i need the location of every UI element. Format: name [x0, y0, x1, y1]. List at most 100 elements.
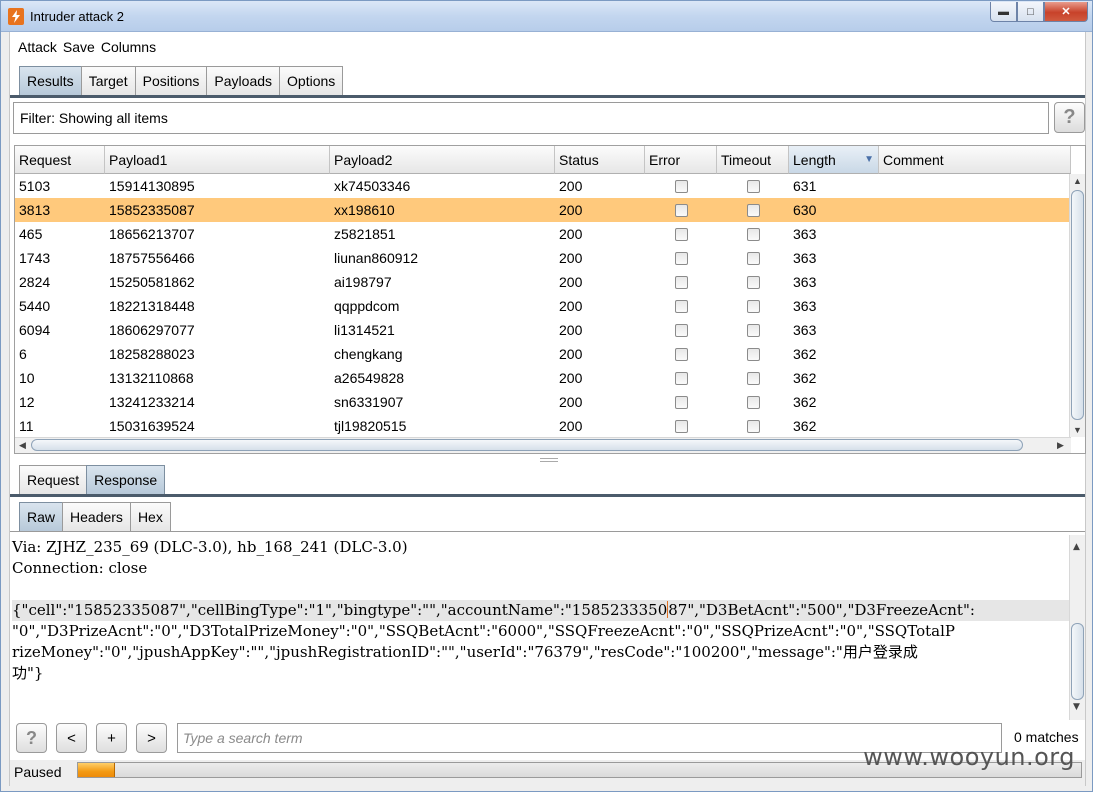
- maximize-button[interactable]: □: [1017, 2, 1044, 22]
- tab-headers[interactable]: Headers: [62, 502, 131, 531]
- scroll-left-icon[interactable]: ◀: [19, 440, 26, 451]
- table-row[interactable]: 6094 18606297077 li1314521 200 363: [15, 318, 1071, 342]
- col-comment[interactable]: Comment: [879, 146, 1071, 174]
- tab-payloads[interactable]: Payloads: [206, 66, 281, 95]
- search-previous-button[interactable]: <: [56, 723, 87, 753]
- cell-payload1: 13241233214: [109, 394, 195, 410]
- table-row[interactable]: 5103 15914130895 xk74503346 200 631: [15, 174, 1071, 198]
- col-request[interactable]: Request: [15, 146, 105, 174]
- table-row[interactable]: 5440 18221318448 qqppdcom 200 363: [15, 294, 1071, 318]
- cell-length: 362: [793, 394, 817, 410]
- filter-bar[interactable]: Filter: Showing all items: [13, 102, 1049, 134]
- error-checkbox[interactable]: [674, 323, 688, 337]
- timeout-checkbox[interactable]: [746, 227, 760, 241]
- menu-columns[interactable]: Columns: [101, 39, 156, 55]
- error-checkbox[interactable]: [674, 251, 688, 265]
- cell-error: [645, 347, 717, 361]
- tab-positions[interactable]: Positions: [134, 66, 208, 95]
- cell-status: 200: [559, 394, 583, 410]
- table-horizontal-scroll-thumb[interactable]: [31, 439, 1023, 451]
- table-row[interactable]: 6 18258288023 chengkang 200 362: [15, 342, 1071, 366]
- cell-payload1: 18221318448: [109, 298, 195, 314]
- tab-results[interactable]: Results: [19, 66, 82, 95]
- cell-status: 200: [559, 274, 583, 290]
- table-row[interactable]: 465 18656213707 z5821851 200 363: [15, 222, 1071, 246]
- menu-attack[interactable]: Attack: [18, 39, 57, 55]
- table-horizontal-scrollbar[interactable]: ◀ ▶: [15, 437, 1071, 453]
- error-checkbox[interactable]: [674, 275, 688, 289]
- raw-line: rizeMoney":"0","jpushAppKey":"","jpushRe…: [12, 643, 918, 661]
- cell-timeout: [717, 251, 789, 265]
- pane-splitter-handle[interactable]: [540, 458, 558, 462]
- table-vertical-scroll-thumb[interactable]: [1071, 190, 1084, 420]
- close-button[interactable]: ✕: [1044, 2, 1088, 22]
- table-vertical-scrollbar[interactable]: ▲ ▼: [1069, 174, 1085, 437]
- scroll-up-icon[interactable]: ▲: [1073, 537, 1080, 558]
- timeout-checkbox[interactable]: [746, 395, 760, 409]
- tab-options[interactable]: Options: [279, 66, 344, 95]
- col-timeout[interactable]: Timeout: [717, 146, 789, 174]
- tab-request[interactable]: Request: [19, 465, 88, 494]
- timeout-checkbox[interactable]: [746, 347, 760, 361]
- table-row[interactable]: 2824 15250581862 ai198797 200 363: [15, 270, 1071, 294]
- search-next-button[interactable]: >: [136, 723, 167, 753]
- error-checkbox[interactable]: [674, 419, 688, 433]
- timeout-checkbox[interactable]: [746, 323, 760, 337]
- tab-hex[interactable]: Hex: [129, 502, 171, 531]
- scroll-down-icon[interactable]: ▼: [1073, 425, 1082, 435]
- error-checkbox[interactable]: [674, 395, 688, 409]
- title-bar[interactable]: Intruder attack 2 ▬ □ ✕: [1, 1, 1092, 32]
- cell-length: 363: [793, 322, 817, 338]
- search-add-button[interactable]: +: [96, 723, 127, 753]
- raw-response-text[interactable]: Via: ZJHZ_235_69 (DLC-3.0), hb_168_241 (…: [10, 535, 1085, 720]
- main-tabs: Results Target Positions Payloads Option…: [19, 66, 344, 95]
- col-payload2[interactable]: Payload2: [330, 146, 555, 174]
- sort-descending-icon: ▼: [864, 154, 874, 165]
- col-status[interactable]: Status: [555, 146, 645, 174]
- timeout-checkbox[interactable]: [746, 251, 760, 265]
- raw-line: "0","D3PrizeAcnt":"0","D3TotalPrizeMoney…: [12, 622, 955, 640]
- timeout-checkbox[interactable]: [746, 299, 760, 313]
- cell-request: 465: [19, 226, 43, 242]
- cell-payload2: xk74503346: [334, 178, 411, 194]
- table-row-selected[interactable]: 3813 15852335087 xx198610 200 630: [15, 198, 1071, 222]
- intruder-window: Intruder attack 2 ▬ □ ✕ Attack Save Colu…: [0, 0, 1093, 792]
- table-row[interactable]: 11 15031639524 tjl19820515 200 362: [15, 414, 1071, 438]
- error-checkbox[interactable]: [674, 371, 688, 385]
- col-payload1[interactable]: Payload1: [105, 146, 330, 174]
- cell-payload1: 15031639524: [109, 418, 195, 434]
- timeout-checkbox[interactable]: [746, 419, 760, 433]
- error-checkbox[interactable]: [674, 179, 688, 193]
- timeout-checkbox[interactable]: [746, 179, 760, 193]
- filter-help-button[interactable]: ?: [1054, 102, 1085, 133]
- error-checkbox[interactable]: [674, 227, 688, 241]
- cell-payload1: 13132110868: [109, 370, 194, 386]
- scroll-up-icon[interactable]: ▲: [1073, 176, 1082, 186]
- scroll-down-icon[interactable]: ▼: [1073, 697, 1080, 718]
- timeout-checkbox[interactable]: [746, 371, 760, 385]
- table-row[interactable]: 12 13241233214 sn6331907 200 362: [15, 390, 1071, 414]
- cell-length: 362: [793, 418, 817, 434]
- table-row[interactable]: 1743 18757556466 liunan860912 200 363: [15, 246, 1071, 270]
- error-checkbox[interactable]: [674, 347, 688, 361]
- error-checkbox[interactable]: [674, 299, 688, 313]
- tab-target[interactable]: Target: [80, 66, 136, 95]
- error-checkbox[interactable]: [674, 203, 688, 217]
- burp-lightning-icon: [8, 8, 24, 25]
- scroll-right-icon[interactable]: ▶: [1057, 440, 1064, 451]
- cell-status: 200: [559, 298, 583, 314]
- tab-raw[interactable]: Raw: [19, 502, 64, 531]
- cell-status: 200: [559, 178, 583, 194]
- timeout-checkbox[interactable]: [746, 203, 760, 217]
- raw-vertical-scrollbar[interactable]: ▲ ▼: [1069, 535, 1085, 720]
- timeout-checkbox[interactable]: [746, 275, 760, 289]
- table-row[interactable]: 10 13132110868 a26549828 200 362: [15, 366, 1071, 390]
- raw-vertical-scroll-thumb[interactable]: [1071, 623, 1084, 700]
- tab-response[interactable]: Response: [86, 465, 166, 494]
- col-error[interactable]: Error: [645, 146, 717, 174]
- menu-save[interactable]: Save: [63, 39, 95, 55]
- minimize-button[interactable]: ▬: [990, 2, 1017, 22]
- search-help-button[interactable]: ?: [16, 723, 47, 753]
- cell-payload2: qqppdcom: [334, 298, 400, 314]
- col-length[interactable]: Length ▼: [789, 146, 879, 174]
